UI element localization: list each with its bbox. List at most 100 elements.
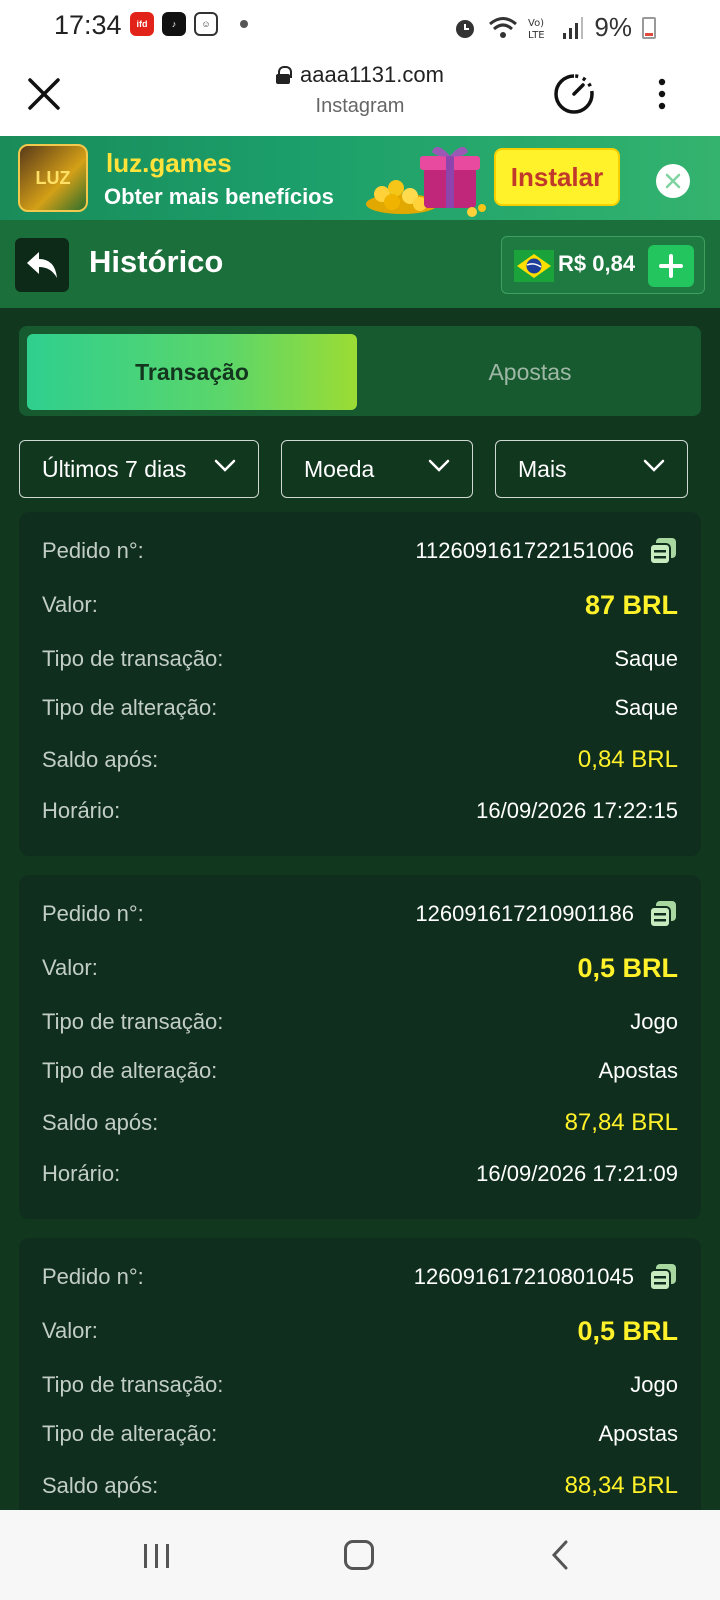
app-logo: LUZ <box>18 144 88 212</box>
value-amount: 87 BRL <box>584 589 678 620</box>
more-vertical-icon[interactable] <box>650 74 674 114</box>
value-label: Valor: <box>42 592 98 617</box>
banner-close-button[interactable] <box>656 164 690 198</box>
currency-filter-label: Moeda <box>304 455 375 482</box>
change-type-row: Tipo de alteração: Apostas <box>42 1419 678 1449</box>
transaction-card: Pedido n°: 126091617210901186 Valor: 0,5… <box>19 875 701 1219</box>
browser-subtitle: Instagram <box>315 95 405 117</box>
status-indicators: Vo) LTE 9% <box>452 12 656 43</box>
tab-apostas[interactable]: Apostas <box>365 334 695 410</box>
transaction-card: Pedido n°: 126091617210801045 Valor: 0,5… <box>19 1238 701 1510</box>
value-row: Valor: 87 BRL <box>42 590 678 620</box>
ifood-icon: ifd <box>130 12 154 36</box>
banner-app-name: luz.games <box>106 148 232 178</box>
time-label: Horário: <box>42 1161 121 1186</box>
chevron-down-icon <box>428 459 450 472</box>
balance-widget: R$ 0,84 <box>501 236 705 294</box>
chevron-down-icon <box>643 459 665 472</box>
time-row: Horário: 16/09/2026 17:22:15 <box>42 796 678 826</box>
balance-after-label: Saldo após: <box>42 1473 159 1498</box>
balance-after-value: 87,84 BRL <box>564 1109 678 1136</box>
back-arrow-icon <box>27 252 57 278</box>
value-label: Valor: <box>42 1318 98 1343</box>
deposit-button[interactable] <box>648 245 694 287</box>
change-type-value: Apostas <box>598 1421 679 1446</box>
copy-icon[interactable] <box>648 899 678 929</box>
copy-icon[interactable] <box>648 536 678 566</box>
value-label: Valor: <box>42 955 98 980</box>
battery-icon <box>642 16 656 39</box>
chevron-down-icon <box>214 459 236 472</box>
balance-after-row: Saldo após: 0,84 BRL <box>42 745 678 775</box>
transaction-type-value: Saque <box>614 646 678 671</box>
change-type-value: Saque <box>614 695 678 720</box>
system-nav-bar <box>0 1510 720 1600</box>
app-header: Histórico R$ 0,84 <box>0 220 720 308</box>
tab-bar: Transação Apostas <box>19 326 701 416</box>
value-row: Valor: 0,5 BRL <box>42 953 678 983</box>
url-block[interactable]: aaaa1131.com Instagram <box>0 62 720 118</box>
order-row: Pedido n°: 112609161722151006 <box>42 536 678 566</box>
banner-tagline: Obter mais benefícios <box>104 184 334 209</box>
transaction-type-label: Tipo de transação: <box>42 1009 224 1034</box>
timer-icon[interactable] <box>552 72 596 116</box>
order-label: Pedido n°: <box>42 901 144 926</box>
period-filter-dropdown[interactable]: Últimos 7 dias <box>19 440 259 498</box>
more-notifications-dot <box>240 20 248 28</box>
main-content: Transação Apostas Últimos 7 dias Moeda M… <box>0 308 720 1510</box>
svg-text:LTE: LTE <box>528 30 545 41</box>
battery-percent: 9% <box>594 12 632 42</box>
brazil-flag-icon <box>514 250 554 282</box>
balance-after-value: 0,84 BRL <box>577 746 678 773</box>
install-banner: LUZ luz.games Obter mais benefícios Inst… <box>0 136 720 220</box>
status-bar: 17:34 ifd ♪ ☺ Vo) LTE 9% <box>0 0 720 52</box>
wifi-icon <box>489 16 518 38</box>
browser-toolbar: aaaa1131.com Instagram <box>0 52 720 136</box>
recent-apps-icon[interactable] <box>140 1542 174 1570</box>
balance-after-row: Saldo após: 87,84 BRL <box>42 1108 678 1138</box>
change-type-row: Tipo de alteração: Apostas <box>42 1056 678 1086</box>
page-title: Histórico <box>89 244 224 279</box>
transaction-type-value: Jogo <box>630 1372 678 1397</box>
order-row: Pedido n°: 126091617210801045 <box>42 1262 678 1292</box>
tiktok-icon: ♪ <box>162 12 186 36</box>
order-number: 112609161722151006 <box>415 538 634 563</box>
treasure-gift-icon <box>366 146 486 217</box>
status-time: 17:34 <box>54 10 122 40</box>
time-value: 16/09/2026 17:21:09 <box>476 1161 678 1186</box>
close-icon <box>665 173 681 189</box>
balance-after-value: 88,34 BRL <box>564 1472 678 1499</box>
order-number: 126091617210801045 <box>413 1264 634 1289</box>
plus-icon <box>659 254 683 278</box>
value-amount: 0,5 BRL <box>577 1315 678 1346</box>
currency-filter-dropdown[interactable]: Moeda <box>281 440 473 498</box>
tab-transacao[interactable]: Transação <box>27 334 357 410</box>
period-filter-label: Últimos 7 dias <box>42 455 187 482</box>
transaction-type-value: Jogo <box>630 1009 678 1034</box>
value-row: Valor: 0,5 BRL <box>42 1316 678 1346</box>
install-button[interactable]: Instalar <box>494 148 620 206</box>
value-amount: 0,5 BRL <box>577 952 678 983</box>
back-button[interactable] <box>15 238 69 292</box>
gorilla-app-icon: ☺ <box>194 12 218 36</box>
alarm-icon <box>456 19 475 38</box>
change-type-label: Tipo de alteração: <box>42 1058 218 1083</box>
balance-after-row: Saldo após: 88,34 BRL <box>42 1471 678 1501</box>
transaction-type-row: Tipo de transação: Jogo <box>42 1007 678 1037</box>
signal-icon <box>563 16 584 39</box>
home-button-icon[interactable] <box>344 1540 374 1570</box>
transaction-type-row: Tipo de transação: Saque <box>42 644 678 674</box>
change-type-label: Tipo de alteração: <box>42 695 218 720</box>
back-nav-icon[interactable] <box>550 1540 570 1570</box>
transaction-type-row: Tipo de transação: Jogo <box>42 1370 678 1400</box>
change-type-value: Apostas <box>598 1058 679 1083</box>
balance-after-label: Saldo após: <box>42 1110 159 1135</box>
order-label: Pedido n°: <box>42 538 144 563</box>
transaction-type-label: Tipo de transação: <box>42 646 224 671</box>
transaction-type-label: Tipo de transação: <box>42 1372 224 1397</box>
copy-icon[interactable] <box>648 1262 678 1292</box>
more-filter-dropdown[interactable]: Mais <box>495 440 688 498</box>
time-row: Horário: 16/09/2026 17:21:09 <box>42 1159 678 1189</box>
change-type-label: Tipo de alteração: <box>42 1421 218 1446</box>
transaction-card: Pedido n°: 112609161722151006 Valor: 87 … <box>19 512 701 856</box>
